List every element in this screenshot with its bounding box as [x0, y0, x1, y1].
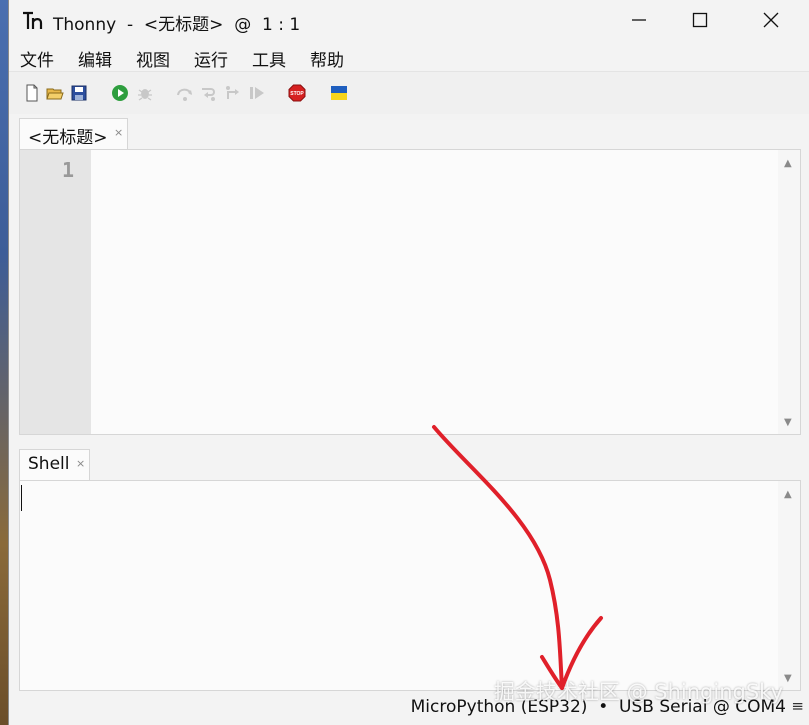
tab-untitled[interactable]: <无标题> ×: [19, 118, 128, 149]
tab-untitled-close-icon[interactable]: ×: [114, 126, 123, 139]
scroll-up-icon[interactable]: ▲: [784, 158, 792, 169]
step-out-icon[interactable]: [224, 84, 242, 102]
step-over-icon[interactable]: [176, 84, 194, 102]
menu-file[interactable]: 文件: [20, 46, 54, 71]
line-number-gutter: 1: [20, 150, 91, 434]
editor-scrollbar[interactable]: ▲ ▼: [778, 150, 800, 434]
shell-scrollbar[interactable]: ▲ ▼: [778, 481, 800, 690]
save-icon[interactable]: [70, 84, 88, 102]
tab-shell[interactable]: Shell ×: [19, 449, 90, 480]
code-editor[interactable]: 1 ▲ ▼: [19, 149, 801, 435]
close-icon: [763, 12, 779, 28]
menu-bar: 文件 编辑 视图 运行 工具 帮助: [9, 42, 809, 72]
step-into-icon[interactable]: [200, 84, 218, 102]
ukraine-flag-icon[interactable]: [330, 84, 348, 102]
window-title: Thonny - <无标题> @ 1 : 1: [53, 15, 301, 35]
open-file-icon[interactable]: [46, 84, 64, 102]
thonny-logo-icon: [23, 11, 43, 29]
close-button[interactable]: [743, 0, 801, 42]
tab-shell-label: Shell: [28, 454, 70, 474]
minimize-button[interactable]: [611, 0, 669, 42]
title-bar: Thonny - <无标题> @ 1 : 1: [9, 0, 809, 42]
menu-tools[interactable]: 工具: [252, 46, 286, 71]
menu-run[interactable]: 运行: [194, 46, 228, 71]
menu-edit[interactable]: 编辑: [78, 46, 112, 71]
watermark: 掘金技术社区 @ ShingingSky: [493, 680, 783, 704]
scroll-up-icon[interactable]: ▲: [784, 489, 792, 500]
scroll-down-icon[interactable]: ▼: [784, 673, 792, 684]
debug-icon[interactable]: [136, 84, 154, 102]
new-file-icon[interactable]: [23, 84, 41, 102]
menu-view[interactable]: 视图: [136, 46, 170, 71]
shell-console[interactable]: ▲ ▼: [19, 480, 801, 691]
resume-icon[interactable]: [248, 84, 266, 102]
text-cursor: [21, 485, 22, 511]
status-menu-icon[interactable]: ≡: [791, 697, 804, 715]
scroll-down-icon[interactable]: ▼: [784, 417, 792, 428]
menu-help[interactable]: 帮助: [310, 46, 344, 71]
maximize-icon: [692, 12, 708, 28]
line-number: 1: [61, 158, 74, 182]
tab-untitled-label: <无标题>: [28, 128, 108, 148]
minimize-icon: [632, 19, 646, 21]
stop-icon[interactable]: STOP: [288, 84, 306, 102]
tab-shell-close-icon[interactable]: ×: [76, 457, 85, 470]
run-icon[interactable]: [111, 84, 129, 102]
maximize-button[interactable]: [672, 0, 730, 42]
thonny-window: Thonny - <无标题> @ 1 : 1 文件 编辑 视图 运行 工具 帮助: [8, 0, 809, 725]
stop-icon-label: STOP: [290, 91, 304, 97]
toolbar: STOP: [9, 72, 809, 114]
